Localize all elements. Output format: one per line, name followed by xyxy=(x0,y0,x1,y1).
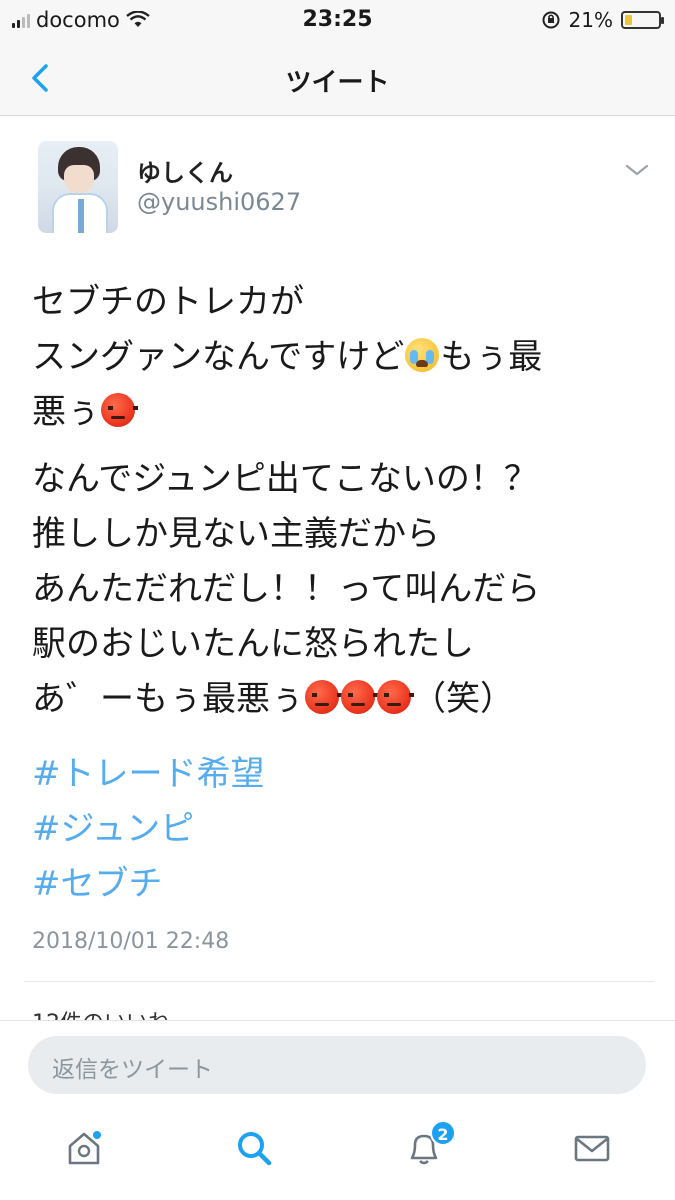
tweet-text: セブチのトレカが スングァンなんですけど もぅ最 悪ぅ なんでジュンピ出てこないの… xyxy=(32,275,652,727)
hashtag-list: #トレード希望 #ジュンピ #セブチ xyxy=(32,747,265,912)
tab-search[interactable] xyxy=(226,1120,282,1176)
tab-home[interactable] xyxy=(56,1120,112,1176)
chevron-down-icon[interactable] xyxy=(624,161,650,179)
tweet-line: あ゛ーもぅ最悪ぅ （笑） xyxy=(32,679,514,719)
divider xyxy=(24,981,654,982)
angry-emoji-icon xyxy=(101,393,138,427)
tab-messages[interactable] xyxy=(564,1120,620,1176)
reply-bar: 返信をツイート xyxy=(0,1020,675,1106)
battery-icon xyxy=(621,11,664,29)
hashtag-link[interactable]: #セブチ xyxy=(32,857,265,912)
likes-count[interactable]: 12件のいいね xyxy=(32,1005,170,1021)
battery-fill xyxy=(625,15,632,25)
tweet-line: セブチのトレカが xyxy=(32,282,304,322)
tweet-timestamp: 2018/10/01 22:48 xyxy=(32,929,230,954)
angry-emoji-icon xyxy=(341,680,378,714)
home-icon xyxy=(68,1131,101,1165)
battery-percent: 21% xyxy=(568,8,613,32)
tweet-line: なんでジュンピ出てこないの！？ xyxy=(32,459,538,499)
user-display-name[interactable]: ゆしくん xyxy=(137,153,233,188)
search-icon xyxy=(238,1132,272,1166)
tweet-line: 推ししか見ない主義だから xyxy=(32,514,440,554)
tab-bar: 2 xyxy=(0,1106,675,1200)
status-bar: docomo 23:25 21% xyxy=(0,0,675,44)
hashtag-link[interactable]: #トレード希望 xyxy=(32,747,265,802)
rotation-lock-icon xyxy=(542,11,560,29)
avatar[interactable] xyxy=(38,141,118,233)
nav-bar: ツイート xyxy=(0,44,675,116)
crying-emoji-icon xyxy=(405,338,440,372)
hashtag-link[interactable]: #ジュンピ xyxy=(32,802,265,857)
user-handle[interactable]: @yuushi0627 xyxy=(137,188,301,216)
mail-icon xyxy=(574,1135,610,1162)
reply-input[interactable]: 返信をツイート xyxy=(28,1036,646,1094)
nav-title: ツイート xyxy=(285,68,390,98)
notification-badge: 2 xyxy=(430,1120,456,1146)
status-right: 21% xyxy=(541,8,664,32)
tweet-line: スングァンなんですけど もぅ最 xyxy=(32,337,543,377)
tweet-line: 駅のおじいたんに怒られたし xyxy=(32,624,474,664)
tweet-line: あんただれだし！！って叫んだら xyxy=(32,569,541,609)
angry-emoji-icon xyxy=(377,680,414,714)
angry-emoji-icon xyxy=(305,680,342,714)
tweet-line: 悪ぅ xyxy=(32,385,652,440)
